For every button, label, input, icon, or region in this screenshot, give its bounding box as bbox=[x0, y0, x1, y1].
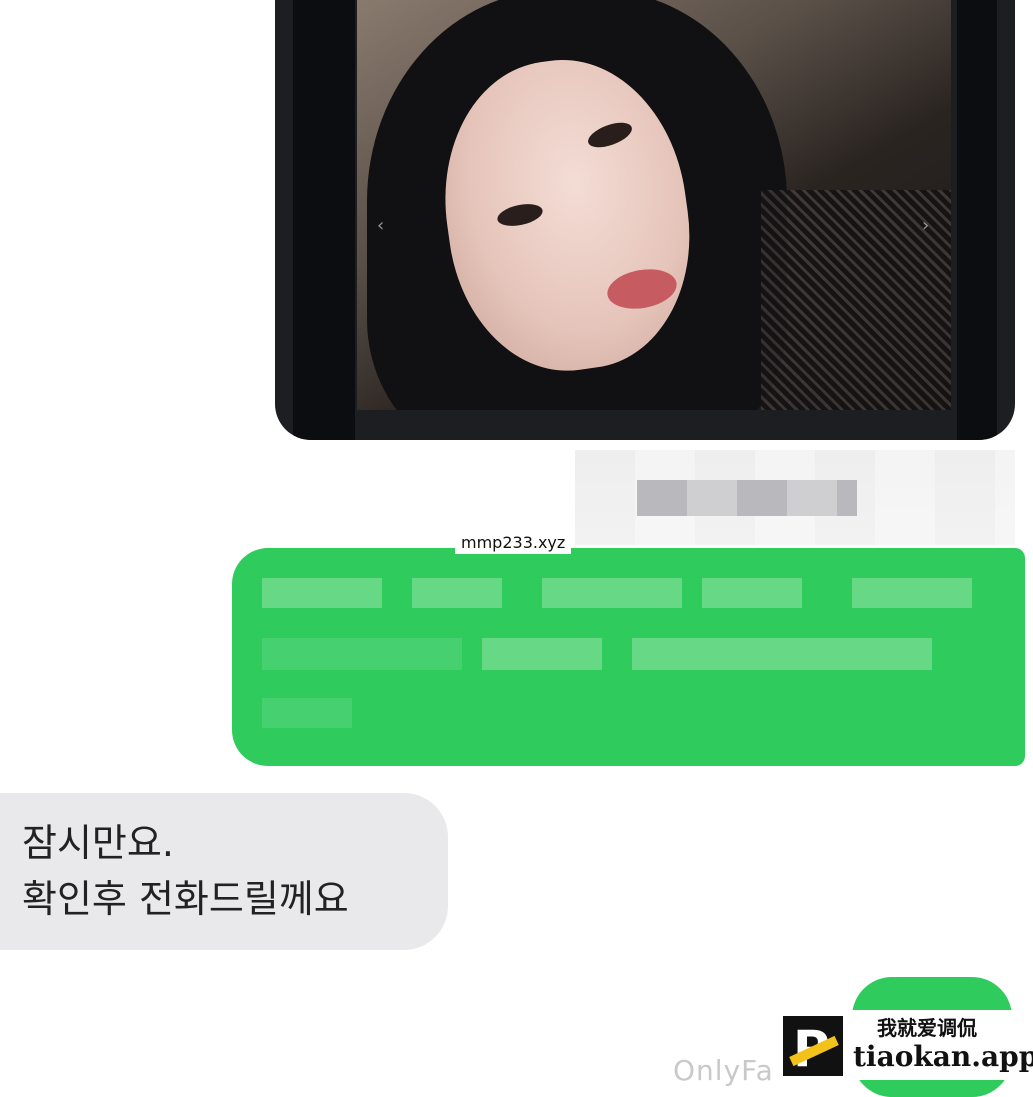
selfie-photo[interactable]: ‹ › bbox=[357, 0, 951, 410]
logo-chinese-text: 我就爱调侃 bbox=[877, 1016, 977, 1040]
photo-frame-right bbox=[957, 0, 997, 440]
pixel-block bbox=[852, 578, 972, 608]
p-lightning-logo-icon: P bbox=[783, 1016, 843, 1078]
faded-watermark-text: OnlyFa bbox=[673, 1054, 774, 1087]
pixel-block bbox=[702, 578, 802, 608]
pixel-block bbox=[262, 638, 462, 670]
censored-received-bubble bbox=[575, 450, 1015, 545]
received-message-bubble[interactable]: 잠시만요. 확인후 전화드릴께요 bbox=[0, 793, 448, 950]
pixel-block bbox=[632, 638, 932, 670]
message-line-2: 확인후 전화드릴께요 bbox=[22, 877, 349, 921]
censored-text-bar bbox=[637, 480, 857, 516]
pixel-block bbox=[542, 578, 682, 608]
chevron-left-icon[interactable]: ‹ bbox=[377, 215, 384, 236]
pixel-block bbox=[262, 578, 382, 608]
photo-message-card[interactable]: ‹ › bbox=[275, 0, 1015, 440]
censored-sent-bubble bbox=[232, 548, 1025, 766]
logo-domain-text: tiaokan.app bbox=[853, 1040, 1033, 1073]
site-logo-badge[interactable]: P 我就爱调侃 tiaokan.app bbox=[779, 1010, 1033, 1080]
pixel-block bbox=[482, 638, 602, 670]
photo-frame-left bbox=[293, 0, 355, 440]
pixel-block bbox=[412, 578, 502, 608]
message-line-1: 잠시만요. bbox=[22, 821, 174, 865]
chevron-right-icon[interactable]: › bbox=[922, 215, 929, 236]
pixel-block bbox=[262, 698, 352, 728]
watermark-label: mmp233.xyz bbox=[455, 531, 572, 554]
